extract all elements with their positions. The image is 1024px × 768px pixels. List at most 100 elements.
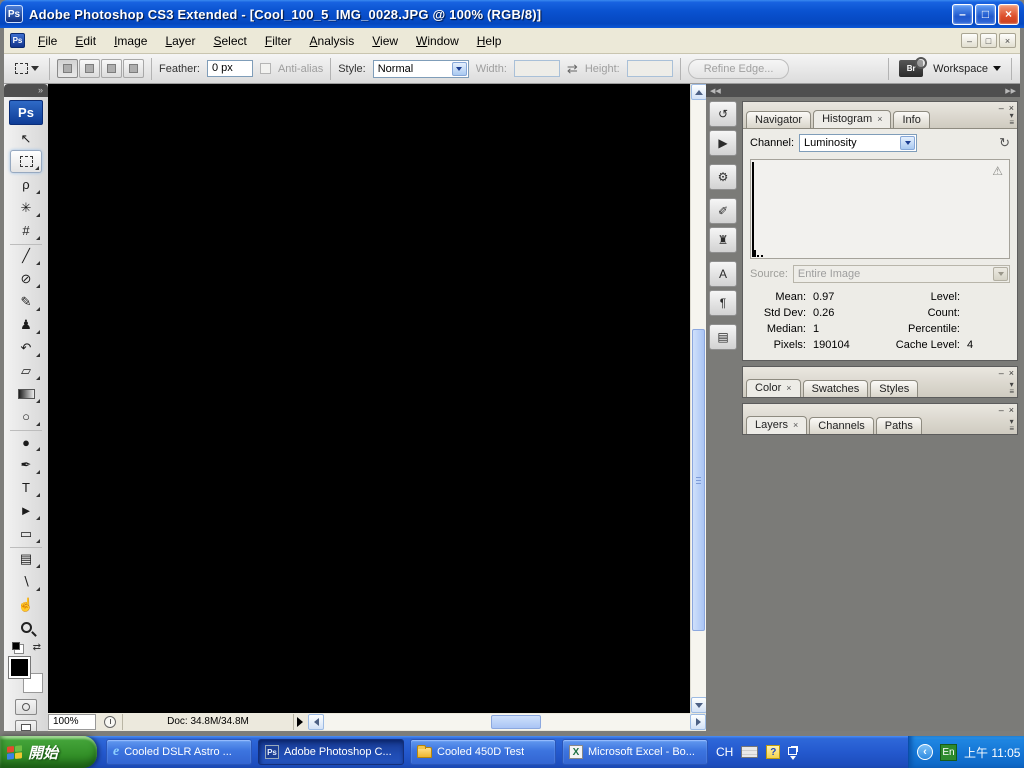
rectangle-tool[interactable]: ▭ bbox=[10, 522, 42, 545]
history-panel-button[interactable]: ↺ bbox=[709, 101, 737, 127]
keyboard-icon[interactable] bbox=[741, 746, 758, 758]
panel-menu-icon[interactable]: ▾ ≡ bbox=[1009, 418, 1014, 432]
type-tool[interactable]: T bbox=[10, 476, 42, 499]
rectangular-marquee-tool[interactable] bbox=[10, 150, 42, 173]
slice-tool[interactable]: ╱ bbox=[10, 244, 42, 267]
tab-navigator[interactable]: Navigator bbox=[746, 111, 811, 128]
scroll-left-button[interactable] bbox=[308, 714, 324, 730]
maximize-button[interactable]: □ bbox=[975, 4, 996, 25]
gradient-tool[interactable] bbox=[10, 382, 42, 405]
panel-close-icon[interactable]: × bbox=[1009, 368, 1014, 378]
tab-styles[interactable]: Styles bbox=[870, 380, 918, 397]
feather-input[interactable]: 0 px bbox=[207, 60, 253, 77]
taskbar-item-photoshop[interactable]: Ps Adobe Photoshop C... bbox=[258, 739, 404, 765]
quick-mask-button[interactable] bbox=[15, 699, 37, 715]
notes-tool[interactable]: ▤ bbox=[10, 547, 42, 570]
panel-close-icon[interactable]: × bbox=[1009, 405, 1014, 415]
tray-chevron-icon[interactable]: ‹ bbox=[917, 744, 933, 760]
width-input[interactable] bbox=[514, 60, 560, 77]
layer-comps-panel-button[interactable]: ▤ bbox=[709, 324, 737, 350]
panel-menu-icon[interactable]: ▾ ≡ bbox=[1009, 381, 1014, 395]
start-button[interactable]: 開始 bbox=[0, 736, 97, 768]
tab-histogram[interactable]: Histogram × bbox=[813, 110, 891, 128]
history-brush-tool[interactable]: ↶ bbox=[10, 336, 42, 359]
character-panel-button[interactable]: A bbox=[709, 261, 737, 287]
channel-select[interactable]: Luminosity bbox=[799, 134, 917, 152]
menu-file[interactable]: File bbox=[29, 30, 66, 52]
horizontal-scrollbar[interactable] bbox=[308, 714, 706, 730]
swap-dimensions-icon[interactable]: ⇄ bbox=[567, 61, 578, 77]
eraser-tool[interactable]: ▱ bbox=[10, 359, 42, 382]
zoom-level-input[interactable]: 100% bbox=[48, 714, 96, 730]
tab-layers[interactable]: Layers × bbox=[746, 416, 807, 434]
refine-edge-button[interactable]: Refine Edge... bbox=[688, 59, 790, 79]
dodge-tool[interactable]: ● bbox=[10, 430, 42, 453]
clone-stamp-tool[interactable]: ♟ bbox=[10, 313, 42, 336]
spot-healing-brush-tool[interactable]: ⊘ bbox=[10, 267, 42, 290]
add-to-selection-button[interactable] bbox=[79, 59, 100, 78]
menu-window[interactable]: Window bbox=[407, 30, 468, 52]
workspace-menu[interactable]: Workspace bbox=[933, 63, 1001, 75]
tab-channels[interactable]: Channels bbox=[809, 417, 873, 434]
lasso-tool[interactable]: ρ bbox=[10, 173, 42, 196]
doc-restore-button[interactable]: □ bbox=[980, 33, 997, 48]
scroll-right-button[interactable] bbox=[690, 714, 706, 730]
tool-presets-panel-button[interactable]: ⚙ bbox=[709, 164, 737, 190]
eyedropper-tool[interactable]: ∖ bbox=[10, 570, 42, 593]
tray-language-badge[interactable]: En bbox=[940, 744, 957, 761]
brushes-panel-button[interactable]: ✐ bbox=[709, 198, 737, 224]
zoom-tool[interactable] bbox=[10, 616, 42, 639]
dropdown-arrow-icon[interactable] bbox=[900, 136, 915, 150]
doc-minimize-button[interactable]: – bbox=[961, 33, 978, 48]
new-selection-button[interactable] bbox=[57, 59, 78, 78]
help-icon[interactable]: ? bbox=[766, 745, 780, 759]
menu-view[interactable]: View bbox=[363, 30, 407, 52]
crop-tool[interactable]: # bbox=[10, 219, 42, 242]
subtract-from-selection-button[interactable] bbox=[101, 59, 122, 78]
menu-help[interactable]: Help bbox=[468, 30, 511, 52]
menu-layer[interactable]: Layer bbox=[156, 30, 204, 52]
refresh-histogram-icon[interactable]: ↻ bbox=[999, 135, 1010, 151]
intersect-selection-button[interactable] bbox=[123, 59, 144, 78]
blur-tool[interactable]: ○ bbox=[10, 405, 42, 428]
taskbar-item-folder[interactable]: Cooled 450D Test bbox=[410, 739, 556, 765]
hand-tool[interactable]: ☝ bbox=[10, 593, 42, 616]
dock-collapse-button[interactable]: ◀◀ bbox=[710, 87, 721, 95]
language-bar-options[interactable] bbox=[788, 745, 797, 760]
path-selection-tool[interactable]: ► bbox=[10, 499, 42, 522]
tab-color[interactable]: Color × bbox=[746, 379, 801, 397]
window-titlebar[interactable]: Ps Adobe Photoshop CS3 Extended - [Cool_… bbox=[0, 0, 1024, 28]
panel-minimize-icon[interactable]: – bbox=[999, 368, 1004, 378]
panel-minimize-icon[interactable]: – bbox=[999, 405, 1004, 415]
menu-analysis[interactable]: Analysis bbox=[301, 30, 364, 52]
image-canvas[interactable] bbox=[48, 84, 690, 713]
bridge-icon[interactable]: Br bbox=[899, 60, 923, 77]
style-select[interactable]: Normal bbox=[373, 60, 469, 78]
tab-paths[interactable]: Paths bbox=[876, 417, 922, 434]
taskbar-item-excel[interactable]: X Microsoft Excel - Bo... bbox=[562, 739, 708, 765]
close-tab-icon[interactable]: × bbox=[786, 381, 791, 396]
close-tab-icon[interactable]: × bbox=[877, 112, 882, 127]
tool-preset-picker[interactable] bbox=[12, 61, 42, 76]
scroll-up-button[interactable] bbox=[691, 84, 707, 100]
screen-mode-button[interactable] bbox=[15, 720, 37, 731]
paragraph-panel-button[interactable]: ¶ bbox=[709, 290, 737, 316]
move-tool[interactable]: ↖ bbox=[10, 127, 42, 150]
menu-image[interactable]: Image bbox=[105, 30, 156, 52]
menu-select[interactable]: Select bbox=[204, 30, 255, 52]
cached-data-warning-icon[interactable]: ⚠ bbox=[992, 164, 1003, 178]
vertical-scrollbar[interactable] bbox=[690, 84, 706, 713]
tab-swatches[interactable]: Swatches bbox=[803, 380, 869, 397]
swap-colors-icon[interactable]: ⇄ bbox=[33, 642, 41, 653]
menu-filter[interactable]: Filter bbox=[256, 30, 301, 52]
dropdown-arrow-icon[interactable] bbox=[452, 62, 467, 76]
quick-selection-tool[interactable]: ✳ bbox=[10, 196, 42, 219]
close-button[interactable]: × bbox=[998, 4, 1019, 25]
toolbox-collapse-button[interactable]: » bbox=[4, 84, 48, 97]
panel-menu-icon[interactable]: ▾ ≡ bbox=[1009, 112, 1014, 126]
minimize-button[interactable]: – bbox=[952, 4, 973, 25]
panel-minimize-icon[interactable]: – bbox=[999, 103, 1004, 113]
dock-expand-button[interactable]: ▶▶ bbox=[1005, 87, 1016, 95]
tab-info[interactable]: Info bbox=[893, 111, 929, 128]
horizontal-scroll-thumb[interactable] bbox=[491, 715, 541, 729]
